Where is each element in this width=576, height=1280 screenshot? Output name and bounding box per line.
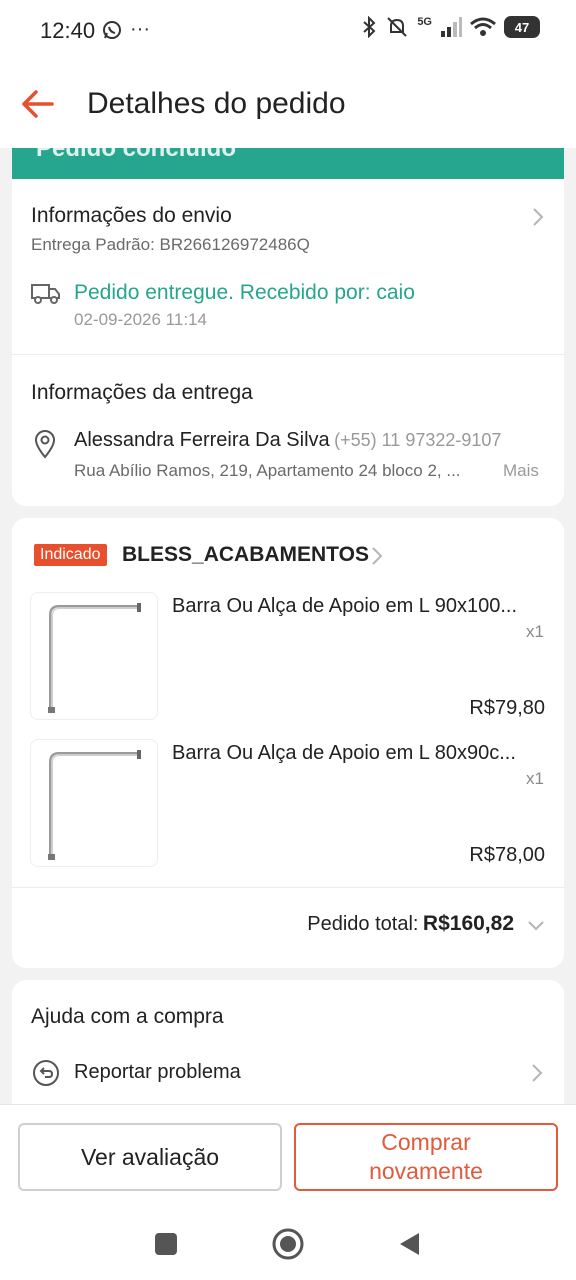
grab-bar-image	[48, 750, 141, 860]
battery-icon: 47	[504, 16, 540, 38]
recipient-phone: (+55) 11 97322-9107	[334, 430, 502, 450]
recipient-line: Alessandra Ferreira Da Silva (+55) 11 97…	[74, 429, 501, 452]
page-title: Detalhes do pedido	[87, 87, 346, 120]
view-review-label: Ver avaliação	[80, 1143, 220, 1170]
product-price: R$78,00	[469, 844, 545, 866]
battery-level: 47	[514, 19, 530, 35]
status-bar: 12:40 ··· 5G 47	[0, 0, 576, 62]
order-card: Indicado BLESS_ACABAMENTOS Barra Ou Alça…	[12, 518, 564, 968]
buy-again-button[interactable]: Comprar novamente	[294, 1123, 558, 1191]
bottom-action-bar: Ver avaliação Comprar novamente	[0, 1104, 576, 1204]
recipient-address: Rua Abílio Ramos, 219, Apartamento 24 bl…	[74, 461, 461, 480]
buy-again-label-line2: novamente	[369, 1158, 483, 1184]
chevron-right-icon	[532, 1064, 543, 1082]
product-price: R$79,80	[469, 697, 545, 719]
home-circle-icon[interactable]	[272, 1228, 304, 1260]
truck-icon	[31, 284, 60, 304]
whatsapp-icon	[103, 20, 121, 39]
report-problem-label: Reportar problema	[74, 1061, 241, 1083]
delivery-date: 02-09-2026 11:14	[74, 310, 207, 329]
order-item[interactable]: Barra Ou Alça de Apoio em L 90x100... x1…	[12, 588, 564, 728]
product-thumbnail	[30, 739, 158, 867]
report-problem-icon	[33, 1060, 59, 1086]
recommended-badge: Indicado	[34, 544, 107, 566]
order-total-row[interactable]: Pedido total: R$160,82	[12, 888, 564, 963]
product-quantity: x1	[526, 622, 544, 641]
status-time: 12:40	[40, 18, 96, 43]
back-triangle-icon[interactable]	[397, 1231, 421, 1257]
buy-again-label-line1: Comprar	[381, 1129, 471, 1155]
product-title: Barra Ou Alça de Apoio em L 90x100...	[172, 595, 518, 617]
shipping-info-row[interactable]: Informações do envio Entrega Padrão: BR2…	[12, 179, 564, 349]
grab-bar-image	[48, 603, 141, 713]
product-thumbnail	[30, 592, 158, 720]
chevron-right-icon	[372, 547, 383, 565]
product-quantity: x1	[526, 769, 544, 788]
location-pin-icon	[34, 430, 56, 459]
help-title: Ajuda com a compra	[31, 1005, 224, 1028]
recipient-name: Alessandra Ferreira Da Silva	[74, 429, 330, 451]
back-arrow-icon[interactable]	[18, 84, 58, 124]
order-total-label: Pedido total:	[307, 913, 419, 935]
chevron-down-icon	[528, 921, 544, 931]
signal-icon	[441, 17, 462, 37]
system-nav-bar	[0, 1204, 576, 1280]
shipping-info-title: Informações do envio	[31, 204, 232, 227]
shipping-card: Informações do envio Entrega Padrão: BR2…	[12, 179, 564, 506]
divider	[12, 354, 564, 355]
order-total-value: R$160,82	[422, 912, 514, 935]
wifi-icon	[470, 17, 496, 36]
help-card: Ajuda com a compra Reportar problema	[12, 980, 564, 1120]
order-status-text: Pedido concluído	[36, 148, 237, 162]
delivery-info-title: Informações da entrega	[31, 381, 253, 404]
order-status-banner: Pedido concluído	[12, 148, 564, 179]
address-more-link[interactable]: Mais	[503, 461, 539, 481]
product-title: Barra Ou Alça de Apoio em L 80x90c...	[172, 742, 516, 764]
status-more: ···	[130, 18, 150, 40]
recents-square-icon[interactable]	[154, 1232, 178, 1256]
app-header: Detalhes do pedido	[0, 62, 576, 148]
tracking-carrier: Entrega Padrão: BR266126972486Q	[31, 235, 310, 254]
network-label: 5G	[417, 16, 432, 28]
chevron-right-icon	[533, 208, 544, 226]
report-problem-row[interactable]: Reportar problema	[12, 1050, 564, 1094]
mute-icon	[387, 17, 408, 37]
bluetooth-icon	[363, 16, 376, 38]
shop-name: BLESS_ACABAMENTOS	[122, 543, 369, 566]
order-item[interactable]: Barra Ou Alça de Apoio em L 80x90c... x1…	[12, 735, 564, 875]
delivery-status: Pedido entregue. Recebido por: caio	[74, 281, 415, 304]
view-review-button[interactable]: Ver avaliação	[18, 1123, 282, 1191]
shop-row[interactable]: Indicado BLESS_ACABAMENTOS	[12, 518, 564, 588]
